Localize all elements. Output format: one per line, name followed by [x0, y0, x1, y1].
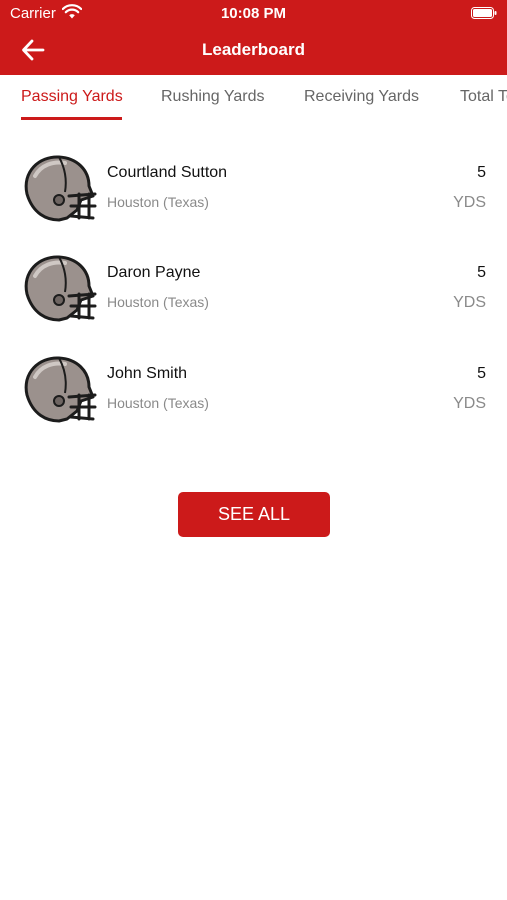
stat-value: 5 — [477, 264, 486, 281]
stat-value: 5 — [477, 164, 486, 181]
stat-value: 5 — [477, 365, 486, 382]
list-item[interactable]: Courtland Sutton Houston (Texas) 5 YDS — [0, 140, 507, 230]
page-title: Leaderboard — [202, 40, 305, 59]
football-helmet-icon — [24, 155, 97, 222]
football-helmet-icon — [24, 356, 97, 423]
player-team: Houston (Texas) — [107, 294, 209, 310]
football-helmet-icon — [24, 255, 97, 322]
player-team: Houston (Texas) — [107, 194, 209, 210]
status-bar: Carrier 10:08 PM — [0, 0, 507, 28]
active-tab-indicator — [21, 117, 122, 120]
stat-unit: YDS — [453, 194, 486, 211]
player-name: Daron Payne — [107, 264, 201, 281]
list-item[interactable]: Daron Payne Houston (Texas) 5 YDS — [0, 240, 507, 330]
player-team: Houston (Texas) — [107, 395, 209, 411]
stat-unit: YDS — [453, 395, 486, 412]
status-time: 10:08 PM — [220, 5, 287, 22]
battery-icon — [471, 7, 497, 19]
navigation-header: Carrier 10:08 PM Leaderboard — [0, 0, 507, 75]
stat-tabs: Passing Yards Rushing Yards Receiving Ya… — [0, 75, 507, 123]
list-item[interactable]: John Smith Houston (Texas) 5 YDS — [0, 341, 507, 431]
tab-passing-yards[interactable]: Passing Yards — [21, 88, 123, 106]
tab-total-touchdowns[interactable]: Total Touchdowns — [460, 88, 507, 106]
stat-unit: YDS — [453, 294, 486, 311]
tab-rushing-yards[interactable]: Rushing Yards — [161, 88, 264, 106]
tab-receiving-yards[interactable]: Receiving Yards — [304, 88, 419, 106]
player-name: John Smith — [107, 365, 188, 382]
see-all-button[interactable]: SEE ALL — [178, 492, 330, 537]
player-name: Courtland Sutton — [107, 164, 228, 181]
